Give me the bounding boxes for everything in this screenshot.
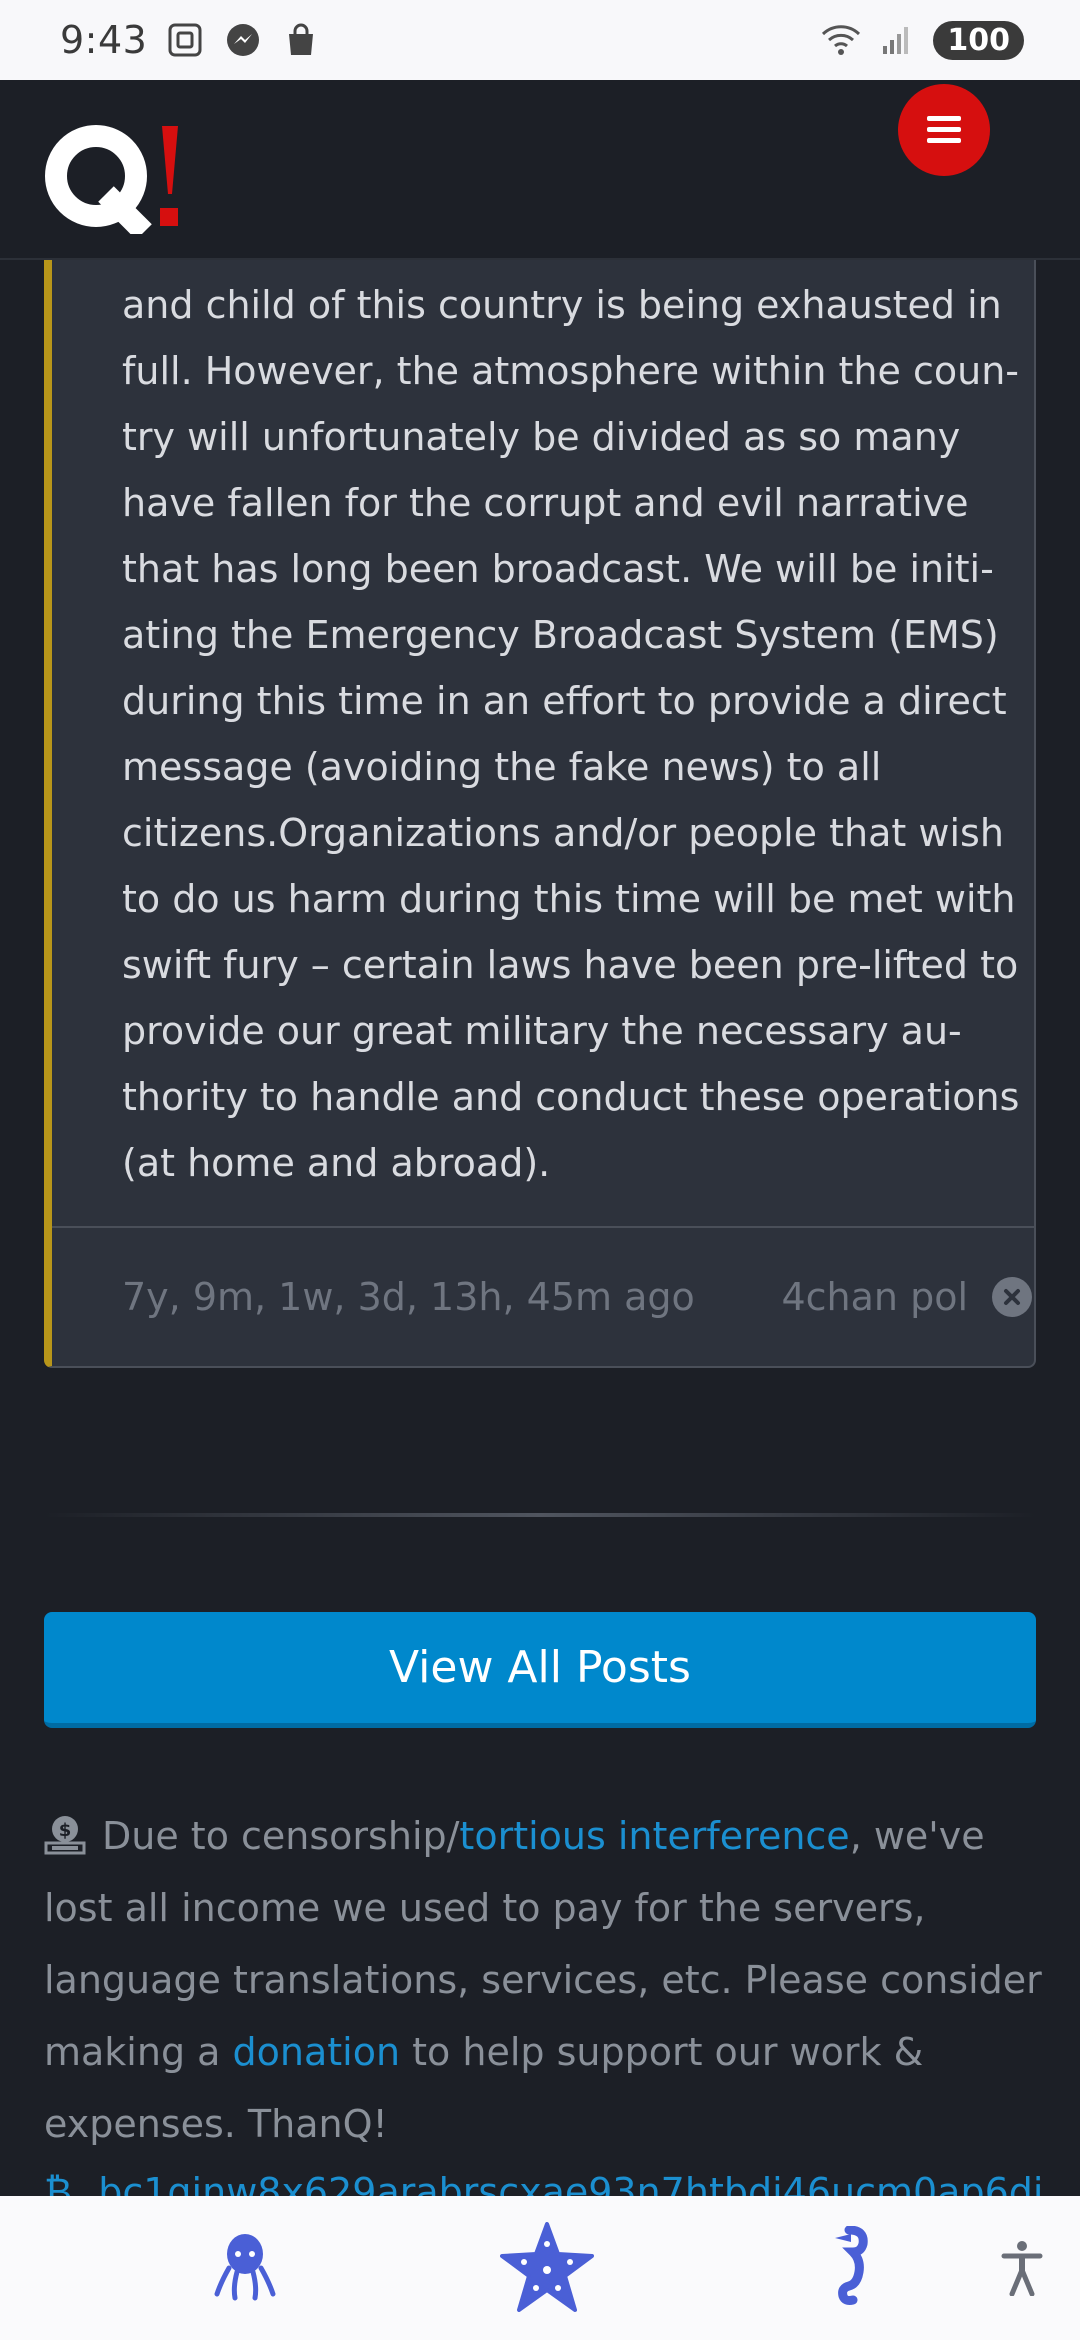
post-footer: 7y, 9m, 1w, 3d, 13h, 45m ago 4chan pol xyxy=(122,1228,1032,1366)
donation-text-before: Due to censorship/ xyxy=(102,1814,460,1858)
hamburger-icon xyxy=(927,116,961,143)
messenger-icon xyxy=(223,20,263,60)
section-separator xyxy=(44,1513,1036,1517)
accessibility-icon[interactable] xyxy=(996,2240,1048,2296)
battery-indicator: 100 xyxy=(933,20,1024,60)
starfish-icon[interactable] xyxy=(500,2222,594,2312)
post-text: and child of this country is being exhau… xyxy=(122,272,1022,1196)
octopus-icon[interactable] xyxy=(210,2232,280,2302)
post-line: that has long been broadcast. We will be… xyxy=(122,547,994,591)
status-right: 100 xyxy=(821,20,1024,60)
post-line: citizens.Organizations and/or people tha… xyxy=(122,811,1004,855)
post-timestamp[interactable]: 7y, 9m, 1w, 3d, 13h, 45m ago xyxy=(122,1275,695,1319)
status-time: 9:43 xyxy=(60,18,148,62)
post-line: ating the Emergency Broadcast System (EM… xyxy=(122,613,999,657)
post-line: swift fury – certain laws have been pre-… xyxy=(122,943,1019,987)
post-source-wrap: 4chan pol xyxy=(781,1275,1032,1319)
wifi-icon xyxy=(821,20,861,60)
signal-icon xyxy=(877,20,917,60)
post-line: during this time in an effort to provide… xyxy=(122,679,1007,723)
menu-button[interactable] xyxy=(898,84,990,176)
post-line: to do us harm during this time will be m… xyxy=(122,877,1016,921)
post-line: thority to handle and conduct these oper… xyxy=(122,1075,1020,1119)
seahorse-icon[interactable] xyxy=(824,2226,874,2306)
close-icon[interactable] xyxy=(992,1277,1032,1317)
post-line: message (avoiding the fake news) to all xyxy=(122,745,882,789)
post-line: try will unfortunately be divided as so … xyxy=(122,415,961,459)
post-source[interactable]: 4chan pol xyxy=(781,1275,968,1319)
post-line: have fallen for the corrupt and evil nar… xyxy=(122,481,969,525)
bottom-nav xyxy=(0,2196,1080,2340)
post-card: and child of this country is being exhau… xyxy=(44,260,1036,1368)
post-line: (at home and abroad). xyxy=(122,1141,551,1185)
post-line: full. However, the atmosphere within the… xyxy=(122,349,1019,393)
status-bar: 9:43 100 xyxy=(0,0,1080,80)
tortious-interference-link[interactable]: tortious interference xyxy=(459,1814,849,1858)
post-line: provide our great military the necessary… xyxy=(122,1009,962,1053)
site-header xyxy=(0,80,1080,260)
shopping-bag-icon xyxy=(281,20,321,60)
view-all-posts-button[interactable]: View All Posts xyxy=(44,1612,1036,1728)
post-line: and child of this country is being exhau… xyxy=(122,283,1002,327)
screenshot-icon xyxy=(165,20,205,60)
donation-notice: $ Due to censorship/tortious interferenc… xyxy=(44,1800,1044,2160)
status-left: 9:43 xyxy=(60,18,321,62)
money-icon: $ xyxy=(44,1806,86,1855)
donation-link[interactable]: donation xyxy=(233,2030,401,2074)
svg-text:$: $ xyxy=(59,1820,72,1841)
site-logo[interactable] xyxy=(44,124,184,240)
